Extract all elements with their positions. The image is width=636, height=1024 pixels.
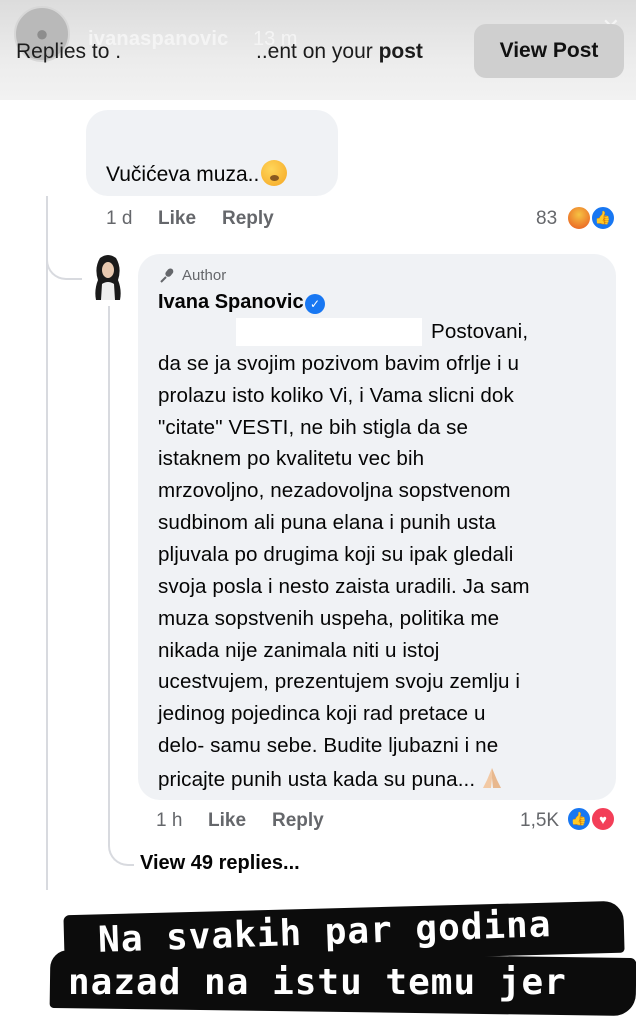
like-reaction-icon: 👍 [566,806,592,832]
reply-line: muza sopstvenih uspeha, politika me [158,607,500,630]
view-replies-link[interactable]: View 49 replies... [140,852,300,875]
comment-reply-button[interactable]: Reply [222,208,274,230]
reply-line-13: delo- samu sebe. Budite ljubazni i ne [158,734,499,757]
caption-line-2: nazad na istu temu jer [68,962,567,1003]
thread-line [46,196,48,890]
reply-line: sudbinom ali puna elana i punih usta [158,511,496,534]
reply-line: prolazu isto koliko Vi, i Vama slicni do… [158,384,514,407]
comment-text: Vučićeva muza.. [106,160,288,187]
reply-line: istaknem po kvalitetu vec bih [158,447,425,470]
like-reaction-icon: 👍 [590,205,616,231]
reply-line: jedinog pojedinca koji rad pretace u [158,702,486,725]
story-caption: Na svakih par godina nazad na istu temu … [0,900,636,1024]
reply-line-last: pricajte punih usta kada su puna... [158,766,505,792]
comment-reaction-count[interactable]: 83 [536,208,557,230]
reply-like-button[interactable]: Like [208,810,246,832]
love-reaction-icon: ♥ [590,806,616,832]
author-badge: Author [182,267,227,284]
view-post-button[interactable]: View Post [474,24,624,78]
angry-reaction-icon [566,205,592,231]
author-avatar[interactable] [88,254,128,300]
reply-line: "citate" VESTI, ne bih stigla da se [158,416,469,439]
notification-text-start: Replies to . [16,40,122,63]
hand-over-mouth-emoji [261,160,288,186]
reply-reaction-count[interactable]: 1,5K [520,810,559,832]
replies-connector [108,824,134,866]
reply-line: da se ja svojim pozivom bavim ofrlje i u [158,352,520,375]
thread-connector [46,236,82,280]
comment-like-button[interactable]: Like [158,208,196,230]
reply-line: Postovani, [431,320,529,343]
reply-time: 1 h [156,810,183,831]
folded-hands-emoji [483,768,502,788]
reply-line: pljuvala po drugima koji su ipak gledali [158,543,514,566]
microphone-icon [160,268,174,283]
verified-badge-icon: ✓ [305,294,325,314]
reply-line: svoja posla i nesto zaista uradili. Ja s… [158,575,530,598]
comment-time: 1 d [106,208,133,229]
reply-thread-line [108,306,110,826]
notification-text-end: ..ent on your post [256,40,423,63]
reply-line: ucestvujem, prezentujem svoju zemlju i [158,670,521,693]
reply-line: nikada nije zanimala niti u istoj [158,639,440,662]
author-name[interactable]: Ivana Spanovic [158,291,304,314]
reply-line: mrzovoljno, nezadovoljna sopstvenom [158,479,511,502]
redaction-block [236,318,422,346]
reply-reply-button[interactable]: Reply [272,810,324,832]
